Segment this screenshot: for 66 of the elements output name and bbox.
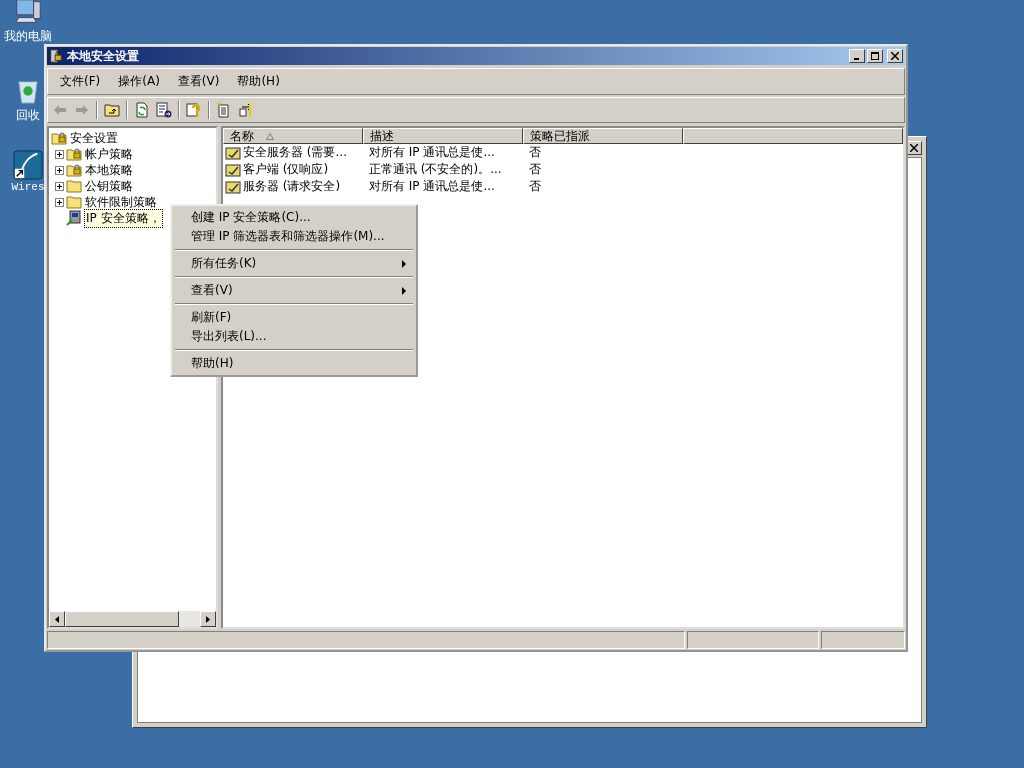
list-cell[interactable]: 安全服务器 (需要... [243, 144, 347, 161]
lock-server-icon [49, 49, 63, 63]
tree-item[interactable]: 帐户策略 [84, 145, 134, 163]
tree-item[interactable]: 安全设置 [69, 129, 119, 147]
menu-item[interactable]: 所有任务(K) [174, 254, 414, 273]
shark-fin-shortcut-icon[interactable] [13, 150, 43, 180]
menu-item[interactable]: 创建 IP 安全策略(C)... [174, 208, 414, 227]
list-cell-text: 正常通讯 (不安全的)。... [368, 161, 503, 178]
list-cell-text: 否 [528, 144, 542, 161]
column-header[interactable]: 名称 [223, 128, 363, 144]
icon-label: 我的电脑 [4, 28, 52, 45]
close-icon [891, 52, 899, 60]
locked-folder-icon [51, 130, 67, 146]
list-cell[interactable]: 服务器 (请求安全) [243, 178, 341, 195]
list-cell-text: 否 [528, 178, 542, 195]
list-cell-text: 否 [528, 161, 542, 178]
list-cell-text: 对所有 IP 通讯总是使... [368, 144, 496, 161]
export-list-icon[interactable] [156, 102, 172, 118]
list-cell-text: 对所有 IP 通讯总是使... [368, 178, 496, 195]
maximize-icon [871, 52, 879, 60]
window-title: 本地安全设置 [67, 47, 140, 65]
column-header[interactable]: 描述 [363, 128, 523, 144]
scroll-left-button[interactable] [49, 611, 65, 627]
expand-icon[interactable] [55, 197, 64, 207]
policy-icon [225, 144, 241, 161]
close-icon [910, 144, 918, 152]
scroll-thumb[interactable] [65, 611, 179, 627]
tree-item[interactable]: 软件限制策略 [84, 193, 158, 211]
expand-icon[interactable] [55, 149, 64, 159]
refresh-icon[interactable] [134, 102, 150, 118]
menu-item[interactable]: 管理 IP 筛选器表和筛选器操作(M)... [174, 227, 414, 246]
maximize-button[interactable] [867, 49, 883, 63]
menu-item[interactable]: 帮助(H) [229, 71, 288, 92]
menu-item[interactable]: 帮助(H) [174, 354, 414, 373]
folder-icon [66, 178, 82, 194]
new-document-icon[interactable] [216, 102, 232, 118]
menu-item[interactable]: 查看(V) [169, 71, 228, 92]
folder-icon [66, 194, 82, 210]
expand-icon[interactable] [55, 165, 64, 175]
close-button[interactable] [887, 49, 903, 63]
icon-label: Wires [11, 181, 45, 193]
policy-icon [225, 178, 241, 195]
left-arrow-icon [55, 615, 59, 623]
list-cell[interactable]: 客户端 (仅响应) [243, 161, 329, 178]
sort-arrow-icon [266, 132, 274, 140]
computer-icon [66, 210, 82, 226]
locked-folder-icon [66, 162, 82, 178]
policy-icon [225, 161, 241, 178]
icon-label: 回收 [16, 107, 40, 124]
export-arrow-icon[interactable] [238, 102, 254, 118]
minimize-button[interactable] [849, 49, 865, 63]
menu-item[interactable]: 文件(F) [52, 71, 109, 92]
menu-item[interactable]: 导出列表(L)... [174, 327, 414, 346]
menu-item[interactable]: 查看(V) [174, 281, 414, 300]
right-arrow-icon [206, 615, 210, 623]
tree-item[interactable]: 公钥策略 [84, 177, 134, 195]
tree-item[interactable]: IP 安全策略， [84, 208, 163, 228]
column-header[interactable]: 策略已指派 [523, 128, 683, 144]
folder-up-icon[interactable] [104, 102, 120, 118]
help-icon[interactable] [186, 102, 202, 118]
menu-item[interactable]: 操作(A) [110, 71, 168, 92]
locked-folder-icon [66, 146, 82, 162]
menu-item[interactable]: 刷新(F) [174, 308, 414, 327]
expand-icon[interactable] [55, 181, 64, 191]
scroll-right-button[interactable] [200, 611, 216, 627]
tree-item[interactable]: 本地策略 [84, 161, 134, 179]
